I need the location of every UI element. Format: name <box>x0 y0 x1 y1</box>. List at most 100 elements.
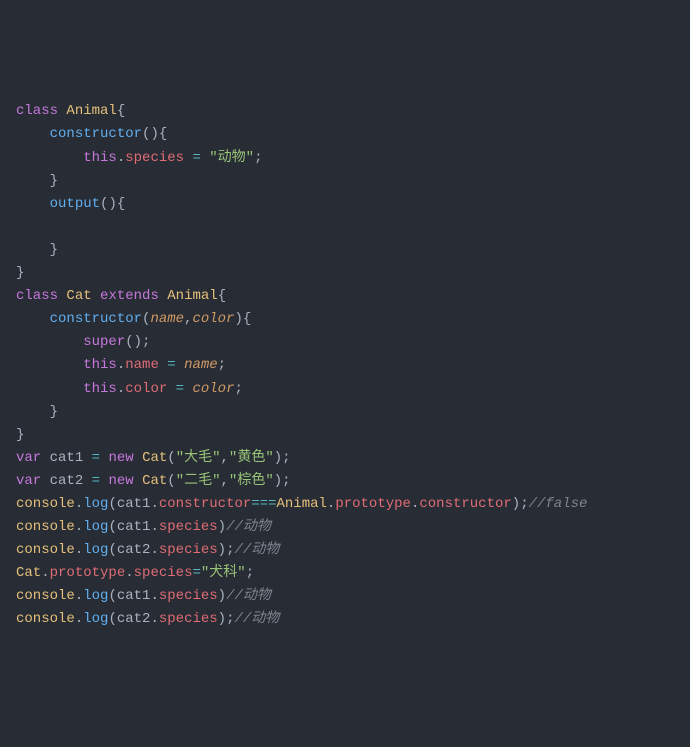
op-equals: = <box>192 150 200 166</box>
paren-close: ) <box>274 450 282 466</box>
paren-open: ( <box>108 611 116 627</box>
paren-open: ( <box>125 334 133 350</box>
paren-close: ) <box>218 588 226 604</box>
code-line: constructor(){ <box>16 123 674 146</box>
paren-open: ( <box>108 588 116 604</box>
semicolon: ; <box>254 150 262 166</box>
code-line: this.species = "动物"; <box>16 147 674 170</box>
var-cat1: cat1 <box>117 496 151 512</box>
var-cat1: cat1 <box>50 450 84 466</box>
code-line: this.name = name; <box>16 354 674 377</box>
semicolon: ; <box>234 381 242 397</box>
op-equals: = <box>176 381 184 397</box>
brace-close: } <box>16 265 24 281</box>
keyword-super: super <box>83 334 125 350</box>
string-literal: "二毛" <box>176 473 221 489</box>
dot: . <box>117 150 125 166</box>
method-constructor: constructor <box>50 311 142 327</box>
comment: //false <box>529 496 588 512</box>
semicolon: ; <box>246 565 254 581</box>
code-line: } <box>16 401 674 424</box>
classname-animal: Animal <box>277 496 327 512</box>
param-color: color <box>192 381 234 397</box>
string-literal: "棕色" <box>229 473 274 489</box>
op-equals: = <box>192 565 200 581</box>
classname-animal: Animal <box>66 103 116 119</box>
code-line: } <box>16 424 674 447</box>
dot: . <box>75 611 83 627</box>
code-line: output(){ <box>16 193 674 216</box>
paren-close: ) <box>274 473 282 489</box>
paren-open: ( <box>108 542 116 558</box>
op-equals: = <box>92 473 100 489</box>
brace-close: } <box>50 404 58 420</box>
dot: . <box>150 611 158 627</box>
brace-close: } <box>50 242 58 258</box>
code-line: } <box>16 262 674 285</box>
comma: , <box>221 473 229 489</box>
code-line: this.color = color; <box>16 378 674 401</box>
semicolon: ; <box>520 496 528 512</box>
code-line: var cat1 = new Cat("大毛","黄色"); <box>16 447 674 470</box>
method-log: log <box>83 496 108 512</box>
console: console <box>16 519 75 535</box>
classname-cat: Cat <box>16 565 41 581</box>
brace-open: { <box>117 196 125 212</box>
semicolon: ; <box>282 450 290 466</box>
code-line: class Cat extends Animal{ <box>16 285 674 308</box>
var-cat2: cat2 <box>117 611 151 627</box>
prop-species: species <box>159 519 218 535</box>
method-log: log <box>83 542 108 558</box>
keyword-this: this <box>83 150 117 166</box>
string-literal: "黄色" <box>229 450 274 466</box>
paren-open: ( <box>167 450 175 466</box>
paren-close: ) <box>134 334 142 350</box>
classname-cat: Cat <box>66 288 91 304</box>
paren-open: ( <box>108 519 116 535</box>
paren-close: ) <box>218 611 226 627</box>
semicolon: ; <box>218 357 226 373</box>
code-line: super(); <box>16 331 674 354</box>
brace-open: { <box>218 288 226 304</box>
dot: . <box>75 519 83 535</box>
keyword-class: class <box>16 103 58 119</box>
method-log: log <box>83 588 108 604</box>
code-line: console.log(cat1.species)//动物 <box>16 516 674 539</box>
prop-constructor: constructor <box>159 496 251 512</box>
op-equals: = <box>167 357 175 373</box>
paren-close: ) <box>108 196 116 212</box>
classname-animal: Animal <box>167 288 217 304</box>
var-cat1: cat1 <box>117 519 151 535</box>
keyword-class: class <box>16 288 58 304</box>
code-line: console.log(cat2.species);//动物 <box>16 539 674 562</box>
keyword-new: new <box>108 473 133 489</box>
param-name: name <box>184 357 218 373</box>
keyword-var: var <box>16 473 41 489</box>
console: console <box>16 611 75 627</box>
string-literal: "犬科" <box>201 565 246 581</box>
dot: . <box>41 565 49 581</box>
brace-open: { <box>159 126 167 142</box>
code-line: console.log(cat1.constructor===Animal.pr… <box>16 493 674 516</box>
keyword-this: this <box>83 381 117 397</box>
op-equals: = <box>92 450 100 466</box>
brace-close: } <box>50 173 58 189</box>
var-cat2: cat2 <box>50 473 84 489</box>
param-name: name <box>150 311 184 327</box>
method-constructor: constructor <box>50 126 142 142</box>
code-line: } <box>16 170 674 193</box>
keyword-extends: extends <box>100 288 159 304</box>
semicolon: ; <box>226 611 234 627</box>
prop-prototype: prototype <box>335 496 411 512</box>
paren-open: ( <box>167 473 175 489</box>
code-line <box>16 216 674 239</box>
paren-close: ) <box>234 311 242 327</box>
semicolon: ; <box>282 473 290 489</box>
code-line: constructor(name,color){ <box>16 308 674 331</box>
string-literal: "大毛" <box>176 450 221 466</box>
prop-species: species <box>134 565 193 581</box>
dot: . <box>150 496 158 512</box>
dot: . <box>125 565 133 581</box>
prop-prototype: prototype <box>50 565 126 581</box>
prop-name: name <box>125 357 159 373</box>
